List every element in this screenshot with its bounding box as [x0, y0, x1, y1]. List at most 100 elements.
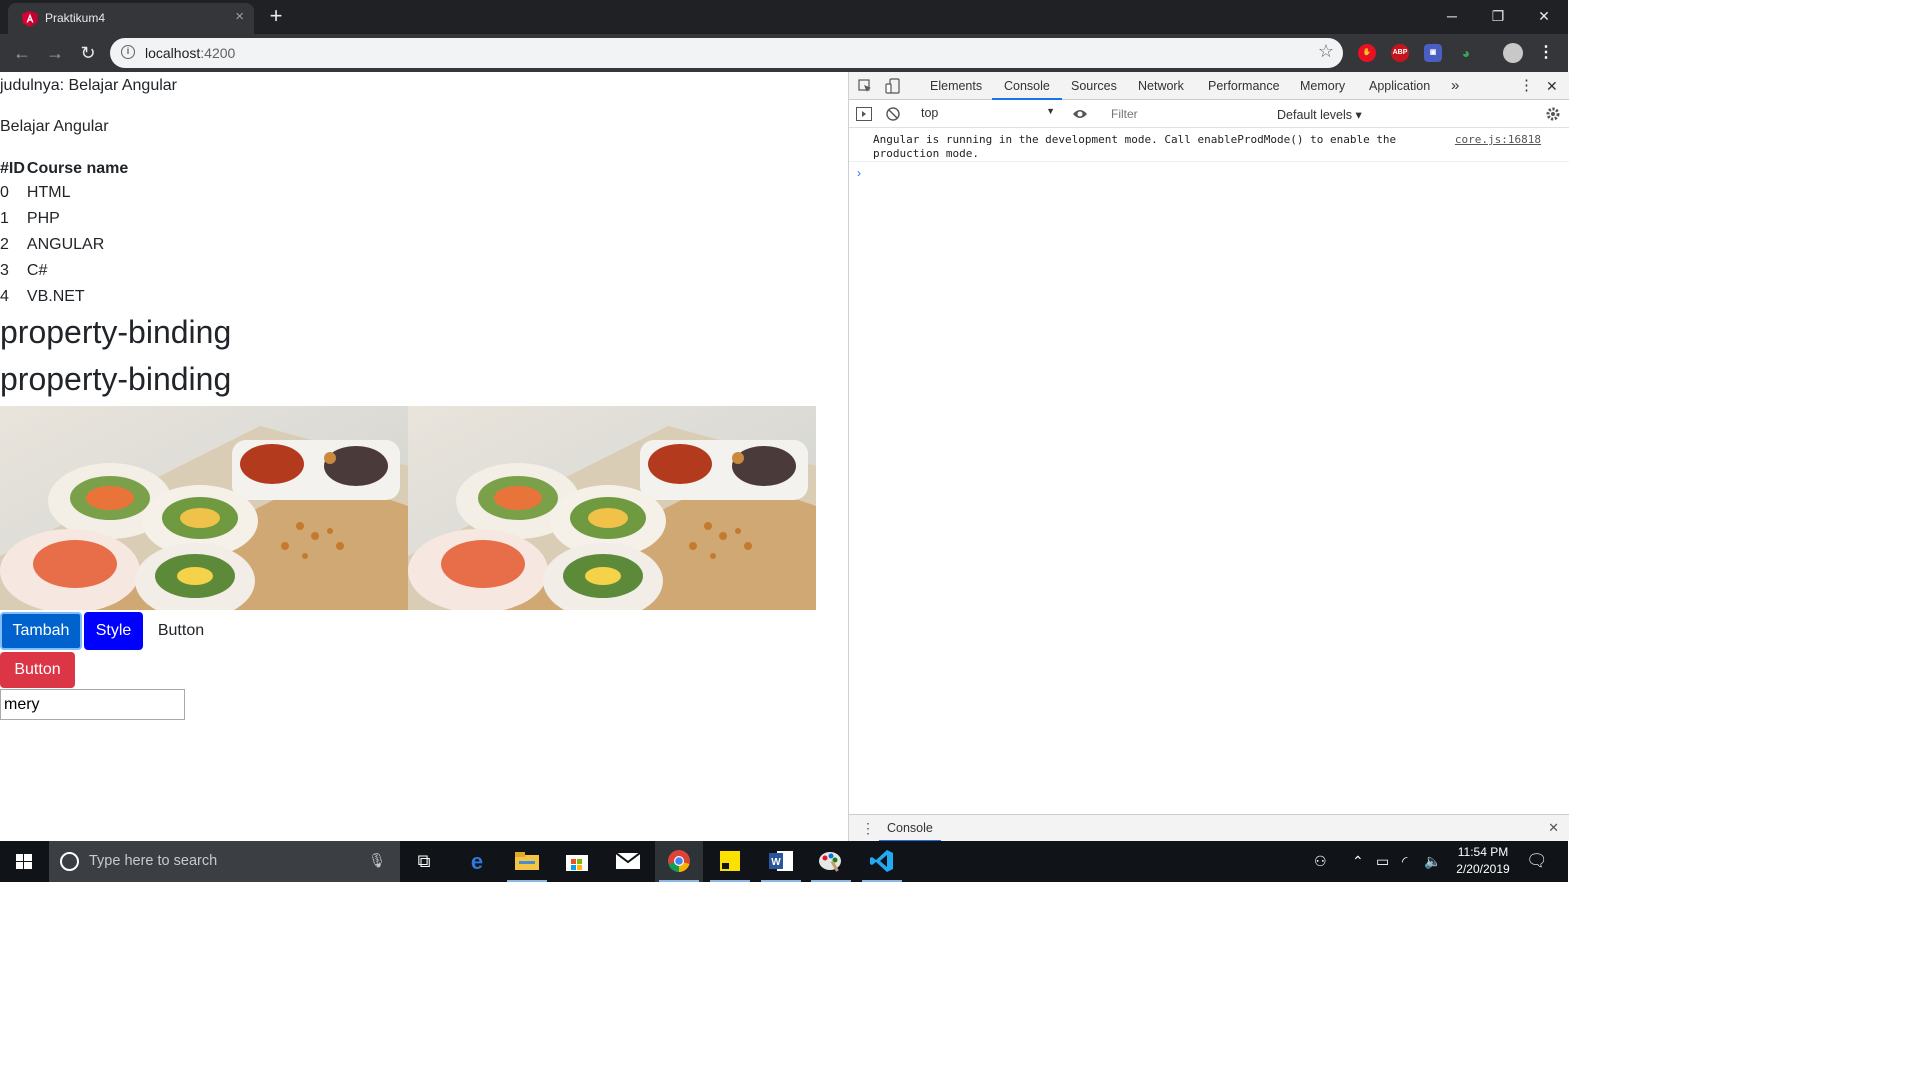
word-icon[interactable]: W: [757, 841, 805, 882]
column-header-course: Course name: [26, 160, 129, 177]
devtools-tab-console[interactable]: Console: [992, 72, 1062, 100]
name-input[interactable]: [0, 689, 185, 720]
course-name: ANGULAR: [26, 236, 105, 253]
course-name: PHP: [26, 210, 60, 227]
battery-icon[interactable]: ▭: [1376, 853, 1389, 870]
console-filter-input[interactable]: [1105, 104, 1269, 124]
profile-avatar[interactable]: [1503, 43, 1523, 63]
vscode-icon[interactable]: [858, 841, 906, 882]
page-content: judulnya: Belajar Angular Belajar Angula…: [0, 72, 848, 841]
console-toolbar: top ▼ Default levels ▾: [849, 100, 1569, 128]
console-prompt[interactable]: ›: [857, 166, 861, 180]
taskbar-search-box[interactable]: Type here to search 🎙: [49, 841, 400, 882]
devtools-tab-performance[interactable]: Performance: [1208, 72, 1280, 100]
table-row: 2 ANGULAR: [0, 232, 130, 258]
mail-icon[interactable]: [604, 841, 652, 882]
device-toolbar-icon[interactable]: [885, 78, 901, 94]
devtools-close-icon[interactable]: ✕: [1546, 72, 1558, 100]
new-tab-button[interactable]: +: [264, 4, 288, 28]
inspect-element-icon[interactable]: [858, 79, 872, 93]
store-icon[interactable]: [553, 841, 601, 882]
people-icon[interactable]: ⚇: [1314, 853, 1327, 870]
devtools-tabbar: Elements Console Sources Network Perform…: [849, 72, 1569, 100]
running-indicator: [710, 880, 750, 882]
angular-icon: [22, 11, 38, 27]
forward-icon[interactable]: →: [44, 42, 66, 64]
close-tab-icon[interactable]: ×: [235, 8, 244, 25]
plain-button[interactable]: Button: [146, 612, 216, 650]
cortana-icon: [60, 852, 79, 871]
minimize-button[interactable]: ─: [1429, 0, 1475, 32]
restore-button[interactable]: ❐: [1475, 0, 1521, 32]
eye-icon[interactable]: [1072, 108, 1088, 120]
course-id: 0: [0, 184, 9, 201]
task-view-icon[interactable]: ⧉: [400, 841, 448, 882]
windows-taskbar: Type here to search 🎙 ⧉ e W ⚇ ⌃ ▭ ◜ 🔈 11…: [0, 841, 1568, 882]
reload-icon[interactable]: ↻: [77, 42, 99, 64]
taskbar-clock[interactable]: 11:54 PM 2/20/2019: [1443, 844, 1523, 878]
course-name: HTML: [26, 184, 71, 201]
adblock-icon[interactable]: ABP: [1391, 44, 1409, 62]
bookmark-star-icon[interactable]: ☆: [1318, 41, 1334, 62]
property-binding-heading: property-binding: [0, 361, 232, 397]
log-levels-dropdown[interactable]: Default levels ▾: [1277, 107, 1362, 122]
url-text: localhost:4200: [145, 45, 235, 61]
windows-start-icon[interactable]: [0, 841, 49, 882]
chrome-menu-icon[interactable]: ⋮: [1537, 44, 1555, 62]
clock-date: 2/20/2019: [1456, 862, 1510, 876]
course-id: 1: [0, 210, 9, 227]
clear-console-icon[interactable]: [886, 107, 900, 121]
console-message: Angular is running in the development mo…: [849, 128, 1569, 162]
more-tabs-icon[interactable]: »: [1451, 72, 1459, 100]
close-window-button[interactable]: ✕: [1521, 0, 1567, 32]
url-port: :4200: [200, 45, 236, 61]
chrome-icon[interactable]: [655, 841, 703, 882]
dropdown-arrow-icon: ▼: [1046, 106, 1055, 116]
extension-icon[interactable]: ▣: [1424, 44, 1442, 62]
tab-title: Praktikum4: [45, 11, 106, 25]
table-row: 0 HTML: [0, 180, 130, 206]
paint-icon[interactable]: [807, 841, 855, 882]
extension-stop-icon[interactable]: ✋: [1358, 44, 1376, 62]
sticky-notes-icon[interactable]: [706, 841, 754, 882]
volume-icon[interactable]: 🔈: [1424, 853, 1441, 870]
drawer-close-icon[interactable]: ✕: [1548, 820, 1559, 836]
devtools-tab-memory[interactable]: Memory: [1300, 72, 1345, 100]
table-row: 1 PHP: [0, 206, 130, 232]
context-selector[interactable]: top ▼: [921, 106, 1055, 122]
course-name: VB.NET: [26, 288, 85, 305]
devtools-tab-network[interactable]: Network: [1138, 72, 1184, 100]
tambah-button[interactable]: Tambah: [0, 612, 82, 650]
extension-colorful-icon[interactable]: ◕: [1457, 44, 1475, 62]
food-image: [0, 406, 408, 610]
devtools-tab-sources[interactable]: Sources: [1071, 72, 1117, 100]
devtools-menu-icon[interactable]: ⋮: [1519, 72, 1534, 100]
microphone-icon[interactable]: 🎙: [368, 852, 386, 869]
drawer-menu-icon[interactable]: ⋮: [861, 820, 875, 837]
context-value: top: [921, 106, 939, 120]
devtools-tab-elements[interactable]: Elements: [930, 72, 982, 100]
show-hidden-icons-icon[interactable]: ⌃: [1352, 853, 1364, 870]
drawer-tab-console[interactable]: Console: [879, 815, 941, 842]
site-info-icon[interactable]: i: [121, 45, 135, 59]
sidebar-toggle-icon[interactable]: [856, 107, 872, 121]
course-name: C#: [26, 262, 48, 279]
devtools-tab-application[interactable]: Application: [1369, 72, 1430, 100]
file-explorer-icon[interactable]: [503, 841, 551, 882]
style-button[interactable]: Style: [84, 612, 143, 650]
subtitle-text: Belajar Angular: [0, 118, 109, 135]
danger-button[interactable]: Button: [0, 652, 75, 688]
address-bar[interactable]: i localhost:4200 ☆: [110, 38, 1343, 68]
table-header-row: #ID Course name: [0, 158, 130, 180]
running-indicator: [862, 880, 902, 882]
edge-icon[interactable]: e: [453, 841, 501, 882]
course-id: 4: [0, 288, 9, 305]
browser-tab[interactable]: Praktikum4 ×: [8, 3, 254, 34]
settings-gear-icon[interactable]: [1545, 106, 1561, 122]
log-levels-label: Default levels: [1277, 108, 1353, 122]
url-host: localhost: [145, 45, 201, 61]
action-center-icon[interactable]: 🗨: [1526, 851, 1548, 871]
back-icon[interactable]: ←: [11, 42, 33, 64]
wifi-icon[interactable]: ◜: [1402, 853, 1407, 870]
console-message-source-link[interactable]: core.js:16818: [1455, 133, 1541, 146]
